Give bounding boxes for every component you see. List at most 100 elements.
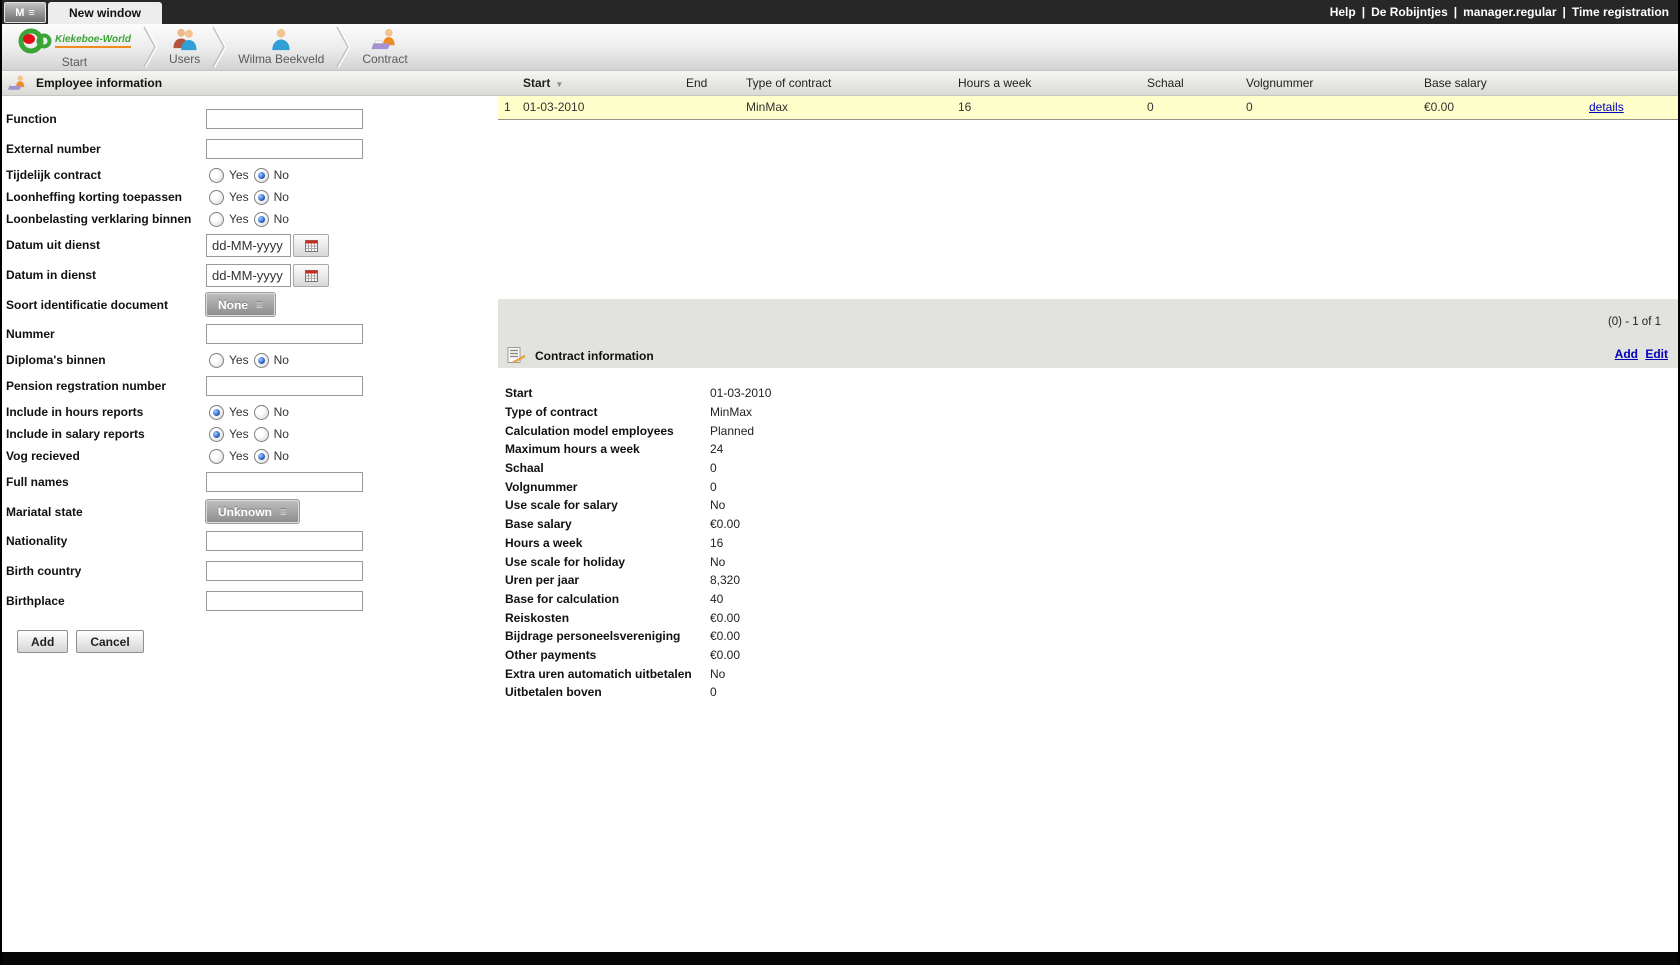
menu-list-icon: ≡ bbox=[256, 298, 263, 312]
mariatal-state-dropdown[interactable]: Unknown ≡ bbox=[206, 500, 299, 523]
employee-icon bbox=[8, 74, 27, 92]
row-birth-country: Birth country bbox=[6, 556, 496, 586]
full-names-input[interactable] bbox=[206, 472, 363, 492]
list-item: Base salary€0.00 bbox=[498, 515, 1238, 534]
list-item: Start01-03-2010 bbox=[498, 384, 1238, 403]
diplomas-yes-radio[interactable] bbox=[209, 353, 224, 368]
row-label: Start bbox=[498, 386, 710, 400]
row-value: €0.00 bbox=[710, 517, 740, 531]
column-header-end[interactable]: End bbox=[686, 76, 707, 90]
column-header-type[interactable]: Type of contract bbox=[746, 76, 831, 90]
tab-new-window[interactable]: New window bbox=[48, 2, 162, 24]
pension-number-input[interactable] bbox=[206, 376, 363, 396]
column-header-volgnummer[interactable]: Volgnummer bbox=[1246, 76, 1313, 90]
contract-table-row[interactable]: 1 01-03-2010 MinMax 16 0 0 €0.00 details bbox=[498, 96, 1678, 120]
row-value: Planned bbox=[710, 424, 754, 438]
contract-panel-actions: Add Edit bbox=[1611, 347, 1668, 361]
breadcrumb-label: Wilma Beekveld bbox=[238, 52, 324, 66]
radio-label: No bbox=[274, 212, 289, 226]
datum-in-dienst-calendar-button[interactable] bbox=[293, 264, 329, 287]
row-function: Function bbox=[6, 104, 496, 134]
column-header-start[interactable]: Start▼ bbox=[523, 76, 563, 90]
breadcrumb-item-users[interactable]: Users bbox=[157, 24, 212, 70]
field-label: Include in salary reports bbox=[6, 427, 206, 441]
external-number-input[interactable] bbox=[206, 139, 363, 159]
loonbelasting-yes-radio[interactable] bbox=[209, 212, 224, 227]
row-value: 0 bbox=[710, 685, 717, 699]
employee-form: Function External number Tijdelijk contr… bbox=[2, 95, 496, 653]
column-header-schaal[interactable]: Schaal bbox=[1147, 76, 1184, 90]
panel-title: Employee information bbox=[36, 76, 162, 90]
tijdelijk-contract-no-radio[interactable] bbox=[254, 168, 269, 183]
column-header-base-salary[interactable]: Base salary bbox=[1424, 76, 1487, 90]
row-label: Bijdrage personeelsvereniging bbox=[498, 629, 710, 643]
company-link[interactable]: De Robijntjes bbox=[1371, 5, 1448, 19]
row-full-names: Full names bbox=[6, 467, 496, 497]
hamburger-icon: ≡ bbox=[28, 7, 34, 19]
birthplace-input[interactable] bbox=[206, 591, 363, 611]
include-salary-yes-radio[interactable] bbox=[209, 427, 224, 442]
datum-in-dienst-input[interactable] bbox=[206, 264, 291, 287]
user-link[interactable]: manager.regular bbox=[1463, 5, 1556, 19]
link-separator: | bbox=[1362, 5, 1365, 19]
loonheffing-yes-radio[interactable] bbox=[209, 190, 224, 205]
breadcrumb-item-wilma-beekveld[interactable]: Wilma Beekveld bbox=[226, 24, 336, 70]
column-header-hours[interactable]: Hours a week bbox=[958, 76, 1031, 90]
include-hours-yes-radio[interactable] bbox=[209, 405, 224, 420]
loonheffing-no-radio[interactable] bbox=[254, 190, 269, 205]
vog-no-radio[interactable] bbox=[254, 449, 269, 464]
link-separator: | bbox=[1454, 5, 1457, 19]
datum-uit-dienst-input[interactable] bbox=[206, 234, 291, 257]
tijdelijk-contract-yes-radio[interactable] bbox=[209, 168, 224, 183]
row-label: Use scale for salary bbox=[498, 498, 710, 512]
cell-base-salary: €0.00 bbox=[1424, 100, 1454, 114]
function-input[interactable] bbox=[206, 109, 363, 129]
row-datum-in-dienst: Datum in dienst bbox=[6, 260, 496, 290]
time-registration-link[interactable]: Time registration bbox=[1572, 5, 1669, 19]
list-item: Calculation model employeesPlanned bbox=[498, 421, 1238, 440]
sort-desc-icon: ▼ bbox=[555, 80, 563, 89]
main-menu-button[interactable]: M ≡ bbox=[4, 2, 46, 23]
bottom-bar bbox=[0, 952, 1680, 965]
cell-volgnummer: 0 bbox=[1246, 100, 1253, 114]
help-link[interactable]: Help bbox=[1330, 5, 1356, 19]
field-label: Mariatal state bbox=[6, 505, 206, 519]
add-button[interactable]: Add bbox=[17, 630, 68, 653]
breadcrumb-label: Start bbox=[62, 55, 87, 69]
soort-identificatie-dropdown[interactable]: None ≡ bbox=[206, 293, 275, 316]
include-salary-no-radio[interactable] bbox=[254, 427, 269, 442]
cancel-button[interactable]: Cancel bbox=[76, 630, 143, 653]
vog-yes-radio[interactable] bbox=[209, 449, 224, 464]
field-label: Pension regstration number bbox=[6, 379, 206, 393]
field-label: Full names bbox=[6, 475, 206, 489]
list-item: Volgnummer0 bbox=[498, 477, 1238, 496]
birth-country-input[interactable] bbox=[206, 561, 363, 581]
list-item: Extra uren automatich uitbetalenNo bbox=[498, 664, 1238, 683]
cell-type: MinMax bbox=[746, 100, 788, 114]
breadcrumb-label: Users bbox=[169, 52, 200, 66]
contract-info-icon bbox=[507, 347, 526, 364]
row-loonheffing-korting: Loonheffing korting toepassen Yes No bbox=[6, 186, 496, 208]
edit-link[interactable]: Edit bbox=[1645, 347, 1668, 361]
datum-uit-dienst-calendar-button[interactable] bbox=[293, 234, 329, 257]
list-item: Other payments€0.00 bbox=[498, 646, 1238, 665]
employee-information-header: Employee information bbox=[2, 71, 504, 95]
radio-label: No bbox=[274, 427, 289, 441]
list-item: Uitbetalen boven0 bbox=[498, 683, 1238, 702]
row-value: No bbox=[710, 498, 725, 512]
include-hours-no-radio[interactable] bbox=[254, 405, 269, 420]
nationality-input[interactable] bbox=[206, 531, 363, 551]
list-item: Schaal0 bbox=[498, 459, 1238, 478]
add-link[interactable]: Add bbox=[1615, 347, 1638, 361]
breadcrumb-item-start[interactable]: Kiekeboe-World Start bbox=[6, 24, 143, 70]
breadcrumb-item-contract[interactable]: Contract bbox=[350, 24, 419, 70]
list-item: Reiskosten€0.00 bbox=[498, 608, 1238, 627]
breadcrumb: Kiekeboe-World Start Users bbox=[2, 24, 1678, 71]
diplomas-no-radio[interactable] bbox=[254, 353, 269, 368]
row-nationality: Nationality bbox=[6, 526, 496, 556]
breadcrumb-separator-icon bbox=[212, 25, 226, 69]
row-tijdelijk-contract: Tijdelijk contract Yes No bbox=[6, 164, 496, 186]
nummer-input[interactable] bbox=[206, 324, 363, 344]
details-link[interactable]: details bbox=[1589, 100, 1624, 114]
loonbelasting-no-radio[interactable] bbox=[254, 212, 269, 227]
